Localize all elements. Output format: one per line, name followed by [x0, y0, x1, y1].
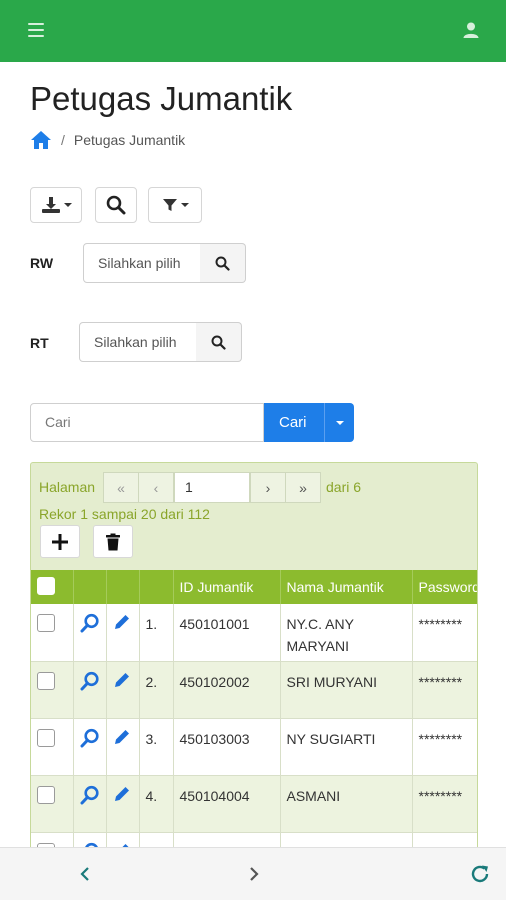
chevron-down-icon	[63, 203, 72, 207]
column-header-id[interactable]: ID Jumantik	[173, 570, 281, 604]
data-table: ID Jumantik Nama Jumantik Password 1. 450…	[31, 570, 477, 862]
pager-last-button[interactable]: »	[285, 472, 321, 503]
search-icon	[106, 195, 126, 215]
number-column-header	[139, 570, 174, 604]
page-title: Petugas Jumantik	[30, 80, 293, 117]
delete-button[interactable]	[93, 525, 133, 558]
row-number: 4.	[139, 775, 174, 833]
view-column-header	[73, 570, 107, 604]
row-number: 3.	[139, 718, 174, 776]
edit-pencil-icon[interactable]	[113, 615, 131, 634]
pager-total-label: dari 6	[326, 479, 362, 495]
breadcrumb-current: Petugas Jumantik	[73, 132, 186, 148]
filter-button[interactable]	[148, 187, 202, 223]
row-password: ********	[412, 604, 477, 662]
table-header-row: ID Jumantik Nama Jumantik Password	[31, 570, 477, 604]
row-checkbox[interactable]	[37, 785, 55, 804]
column-header-password[interactable]: Password	[412, 570, 477, 604]
select-all-checkbox[interactable]	[37, 576, 55, 595]
table-row[interactable]: 1. 450101001 NY.C. ANY MARYANI ********	[31, 604, 477, 662]
row-password: ********	[412, 661, 477, 719]
search-input[interactable]: Cari	[30, 403, 264, 442]
table-row[interactable]: 3. 450103003 NY SUGIARTI ********	[31, 718, 477, 776]
pager-page-input[interactable]: 1	[174, 472, 250, 503]
row-id: 450103003	[173, 718, 281, 776]
view-magnifier-icon[interactable]	[80, 613, 100, 636]
chevron-left-icon[interactable]	[73, 862, 97, 886]
view-magnifier-icon[interactable]	[80, 671, 100, 694]
row-view-cell	[73, 604, 107, 662]
row-id: 450104004	[173, 775, 281, 833]
row-nama: SRI MURYANI	[280, 661, 413, 719]
view-magnifier-icon[interactable]	[80, 785, 100, 808]
row-edit-cell	[106, 718, 140, 776]
row-select-cell	[31, 775, 74, 833]
row-nama: NY SUGIARTI	[280, 718, 413, 776]
row-id: 450102002	[173, 661, 281, 719]
row-checkbox[interactable]	[37, 728, 55, 747]
row-select-cell	[31, 718, 74, 776]
pager-prev-button[interactable]: ‹	[138, 472, 174, 503]
rw-label: RW	[30, 255, 54, 271]
chevron-down-icon	[180, 203, 189, 207]
row-number: 1.	[139, 604, 174, 662]
row-select-cell	[31, 604, 74, 662]
breadcrumb: / Petugas Jumantik	[30, 129, 185, 151]
pager-page-label: Halaman	[39, 479, 96, 495]
chevron-down-icon	[335, 420, 344, 425]
download-icon	[41, 197, 60, 213]
browser-nav-bar	[0, 847, 506, 900]
select-all-header	[31, 570, 74, 604]
search-icon	[211, 335, 226, 350]
rw-search-button[interactable]	[200, 243, 246, 283]
row-checkbox[interactable]	[37, 671, 55, 690]
data-grid-panel: Halaman « ‹ 1 › » dari 6 Rekor 1 sampai …	[30, 462, 478, 862]
rt-search-button[interactable]	[196, 322, 242, 362]
row-edit-cell	[106, 604, 140, 662]
rw-select[interactable]: Silahkan pilih	[83, 243, 201, 283]
row-number: 2.	[139, 661, 174, 719]
add-button[interactable]	[40, 525, 80, 558]
row-password: ********	[412, 775, 477, 833]
reload-icon[interactable]	[468, 862, 492, 886]
row-view-cell	[73, 718, 107, 776]
rt-label: RT	[30, 335, 49, 351]
breadcrumb-separator: /	[61, 132, 65, 148]
hamburger-menu-icon[interactable]	[28, 23, 44, 37]
pager-records-label: Rekor 1 sampai 20 dari 112	[39, 506, 210, 522]
row-id: 450101001	[173, 604, 281, 662]
row-nama: NY.C. ANY MARYANI	[280, 604, 413, 662]
row-nama: ASMANI	[280, 775, 413, 833]
edit-pencil-icon[interactable]	[113, 672, 131, 692]
edit-column-header	[106, 570, 140, 604]
table-row[interactable]: 4. 450104004 ASMANI ********	[31, 775, 477, 833]
table-row[interactable]: 2. 450102002 SRI MURYANI ********	[31, 661, 477, 719]
search-options-button[interactable]	[324, 403, 354, 442]
filter-icon	[162, 199, 177, 211]
edit-pencil-icon[interactable]	[113, 729, 131, 749]
trash-icon	[106, 533, 120, 550]
search-toggle-button[interactable]	[95, 187, 137, 223]
pager-first-button[interactable]: «	[103, 472, 139, 503]
view-magnifier-icon[interactable]	[80, 728, 100, 751]
row-view-cell	[73, 775, 107, 833]
chevron-right-icon[interactable]	[242, 862, 266, 886]
edit-pencil-icon[interactable]	[113, 786, 131, 806]
row-checkbox[interactable]	[37, 614, 55, 632]
row-edit-cell	[106, 661, 140, 719]
export-button[interactable]	[30, 187, 82, 223]
home-icon[interactable]	[30, 130, 52, 150]
row-select-cell	[31, 661, 74, 719]
search-icon	[215, 256, 230, 271]
top-navbar	[0, 0, 506, 62]
row-password: ********	[412, 718, 477, 776]
plus-icon	[52, 533, 68, 550]
pager-next-button[interactable]: ›	[250, 472, 286, 503]
row-edit-cell	[106, 775, 140, 833]
row-view-cell	[73, 661, 107, 719]
search-button[interactable]: Cari	[264, 403, 324, 442]
rt-select[interactable]: Silahkan pilih	[79, 322, 197, 362]
user-icon[interactable]	[462, 21, 480, 39]
column-header-nama[interactable]: Nama Jumantik	[280, 570, 413, 604]
